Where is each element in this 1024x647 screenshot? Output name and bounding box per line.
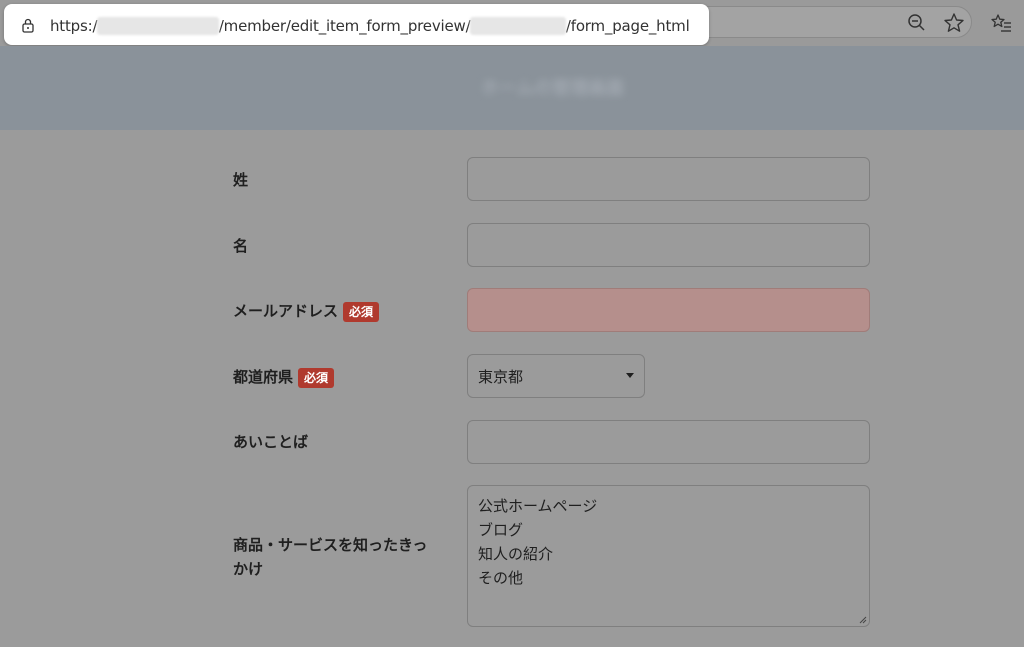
browser-toolbar: https:/xxxxxxxxxxxxxx/member/edit_item_f… bbox=[0, 0, 1024, 46]
first-name-label: 名 bbox=[233, 235, 248, 256]
last-name-label: 姓 bbox=[233, 169, 248, 190]
referral-source-textarea[interactable]: 公式ホームページ ブログ 知人の紹介 その他 bbox=[467, 485, 870, 627]
site-header: ホームの管理画面 bbox=[0, 46, 1024, 130]
address-bar[interactable]: https:/xxxxxxxxxxxxxx/member/edit_item_f… bbox=[4, 4, 709, 45]
resize-handle-icon[interactable] bbox=[859, 616, 867, 624]
first-name-input[interactable] bbox=[467, 223, 870, 267]
url-path: /member/edit_item_form_preview/ bbox=[218, 17, 471, 35]
prefecture-select[interactable]: 東京都 bbox=[467, 354, 645, 398]
url-text: https:/xxxxxxxxxxxxxx/member/edit_item_f… bbox=[50, 17, 690, 35]
email-label: メールアドレス 必須 bbox=[233, 300, 380, 322]
first-name-label-text: 名 bbox=[233, 237, 249, 255]
referral-source-label-line1: 商品・サービスを知ったきっ bbox=[233, 536, 428, 554]
form-area: 姓 名 メールアドレス 必須 都道府県 必須 東京都 あいことば 商品・サービスを知… bbox=[0, 130, 1024, 647]
required-badge: 必須 bbox=[343, 301, 380, 322]
favorites-icon[interactable] bbox=[989, 11, 1013, 35]
referral-source-label: 商品・サービスを知ったきっ かけ bbox=[233, 533, 427, 581]
email-input[interactable] bbox=[467, 288, 870, 332]
referral-source-label-line2: かけ bbox=[233, 560, 264, 578]
lock-icon[interactable] bbox=[20, 17, 36, 33]
email-label-text: メールアドレス bbox=[233, 302, 339, 320]
passphrase-label-text: あいことば bbox=[233, 433, 309, 451]
passphrase-input[interactable] bbox=[467, 420, 870, 464]
caret-down-icon bbox=[626, 373, 634, 378]
last-name-input[interactable] bbox=[467, 157, 870, 201]
prefecture-label: 都道府県 必須 bbox=[233, 366, 335, 388]
textarea-line: 公式ホームページ bbox=[478, 497, 598, 515]
prefecture-label-text: 都道府県 bbox=[233, 368, 294, 386]
url-suffix: /form_page_html bbox=[565, 17, 690, 35]
passphrase-label: あいことば bbox=[233, 431, 308, 452]
textarea-line: その他 bbox=[478, 569, 524, 587]
prefecture-selected-value: 東京都 bbox=[478, 368, 524, 386]
zoom-out-icon[interactable] bbox=[906, 12, 928, 34]
textarea-line: ブログ bbox=[478, 521, 524, 539]
url-redacted-host: xxxxxxxxxxxxxx bbox=[97, 17, 219, 35]
site-title: ホームの管理画面 bbox=[480, 78, 625, 99]
url-redacted-id: xxxxxxxxxxx bbox=[470, 17, 566, 35]
textarea-line: 知人の紹介 bbox=[478, 545, 554, 563]
star-icon[interactable] bbox=[942, 11, 966, 35]
required-badge: 必須 bbox=[298, 367, 335, 388]
last-name-label-text: 姓 bbox=[233, 171, 249, 189]
url-prefix: https:/ bbox=[50, 17, 98, 35]
